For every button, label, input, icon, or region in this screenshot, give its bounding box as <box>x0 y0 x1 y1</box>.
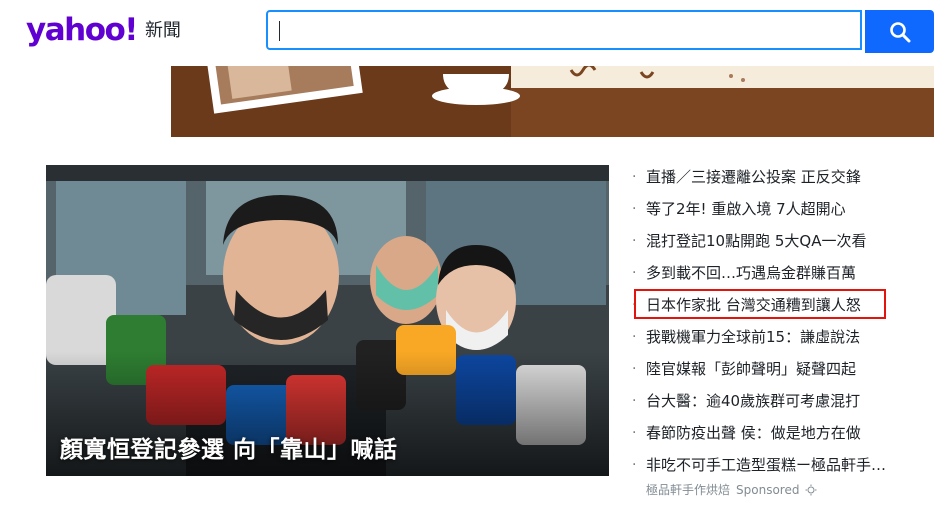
headline-list: 直播／三接遷離公投案 正反交鋒 等了2年! 重啟入境 7人超開心 混打登記10點… <box>628 164 928 484</box>
banner-ad-image <box>171 66 934 137</box>
hero-story[interactable]: 顏寬恒登記參選 向「靠山」喊話 <box>46 165 609 476</box>
logo-wordmark: yahoo! <box>26 12 138 48</box>
sponsored-headline-item[interactable]: 非吃不可手工造型蛋糕ー極品軒手… <box>628 452 926 484</box>
headline-item[interactable]: 混打登記10點開跑 5大QA一次看 <box>628 228 926 260</box>
search-icon <box>889 21 910 42</box>
hero-headline[interactable]: 顏寬恒登記參選 向「靠山」喊話 <box>60 430 398 464</box>
headline-item[interactable]: 春節防疫出聲 侯：做是地方在做 <box>628 420 926 452</box>
search-input[interactable] <box>266 10 862 50</box>
header-bar: yahoo! 新聞 <box>0 0 934 66</box>
banner-ad[interactable] <box>171 66 934 137</box>
headline-item[interactable]: 我戰機軍力全球前15：謙虛說法 <box>628 324 926 356</box>
headline-item[interactable]: 陸官媒報「彭帥聲明」疑聲四起 <box>628 356 926 388</box>
text-cursor <box>279 21 280 41</box>
headline-item[interactable]: 台大醫：逾40歲族群可考慮混打 <box>628 388 926 420</box>
headline-item-highlighted[interactable]: 日本作家批 台灣交通糟到讓人怒 <box>628 292 926 324</box>
headline-item[interactable]: 直播／三接遷離公投案 正反交鋒 <box>628 164 926 196</box>
section-label: 新聞 <box>144 20 181 41</box>
yahoo-news-logo[interactable]: yahoo! 新聞 <box>26 12 181 48</box>
headline-item[interactable]: 等了2年! 重啟入境 7人超開心 <box>628 196 926 228</box>
sponsored-label: Sponsored <box>736 482 800 497</box>
headline-item[interactable]: 多到載不回…巧遇烏金群賺百萬 <box>628 260 926 292</box>
sponsored-attribution[interactable]: 極品軒手作烘焙 Sponsored <box>646 481 817 498</box>
search-button[interactable] <box>865 10 934 53</box>
sponsor-advertiser: 極品軒手作烘焙 <box>646 483 731 497</box>
sponsored-info-icon[interactable] <box>805 484 817 496</box>
